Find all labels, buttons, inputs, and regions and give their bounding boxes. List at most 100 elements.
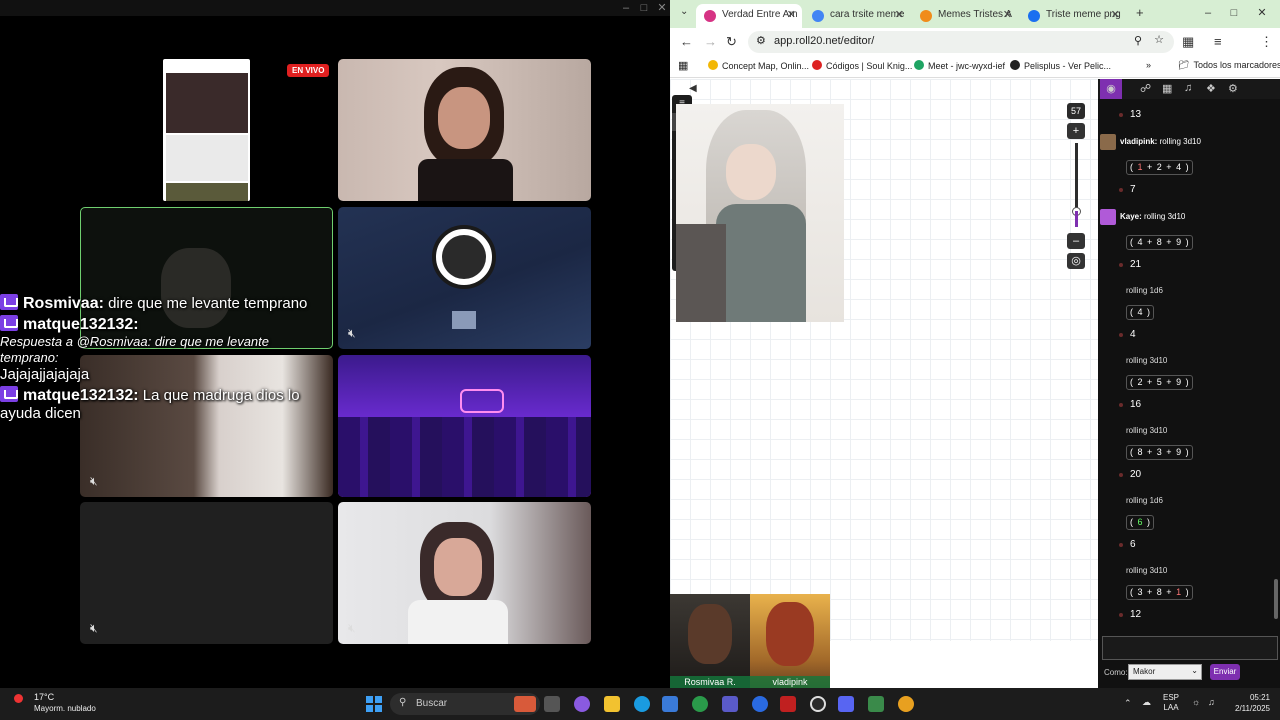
bookmark-item[interactable]: Meet - jwc-wyxd-ief xyxy=(914,60,1005,71)
webcam-tile-1[interactable] xyxy=(338,59,591,201)
address-bar[interactable]: ⚙ app.roll20.net/editor/ ⚲ ☆ xyxy=(748,31,1174,53)
close-icon[interactable]: ✕ xyxy=(1252,6,1272,20)
zoom-slider[interactable] xyxy=(1071,143,1081,227)
character-artwork[interactable] xyxy=(676,104,844,322)
tab-cara-triste[interactable]: cara trsite meme ✕ xyxy=(804,4,910,28)
screenshare-tile[interactable] xyxy=(163,59,250,201)
camera-off-icon xyxy=(452,311,476,329)
speaking-as-select[interactable]: Makor ⌄ xyxy=(1128,664,1202,680)
obs-app-icon[interactable] xyxy=(810,696,826,712)
discord-icon[interactable] xyxy=(838,696,854,712)
copilot-icon[interactable] xyxy=(574,696,590,712)
media-icon[interactable]: ≡ xyxy=(1214,34,1222,49)
twitch-icon xyxy=(0,294,18,310)
language-indicator[interactable]: ESP LAA xyxy=(1163,693,1179,713)
store-icon[interactable] xyxy=(662,696,678,712)
tab-triste-meme[interactable]: Triste meme png ✕ xyxy=(1020,4,1126,28)
close-tab-icon[interactable]: ✕ xyxy=(1003,8,1012,21)
close-icon[interactable]: ✕ xyxy=(652,1,672,15)
bookmark-star-icon[interactable]: ☆ xyxy=(1154,33,1164,46)
chrome-icon[interactable] xyxy=(692,696,708,712)
tab-memes-tristes[interactable]: Memes Tristes A ✕ xyxy=(912,4,1018,28)
apps-icon[interactable]: ▦ xyxy=(678,59,688,72)
chat-tab-icon[interactable]: ◉ xyxy=(1100,79,1122,99)
jukebox-tab-icon[interactable]: ♫ xyxy=(1184,82,1192,94)
menu-icon[interactable]: ⋮ xyxy=(1260,34,1273,50)
close-tab-icon[interactable]: ✕ xyxy=(1111,8,1120,21)
obs-tile[interactable]: 🔇︎ xyxy=(338,207,591,349)
player-avatar[interactable]: Rosmivaa R. xyxy=(670,594,750,688)
collapse-toolbar-icon[interactable]: ◀ xyxy=(689,83,697,94)
app-icon[interactable] xyxy=(868,696,884,712)
zoom-app-icon[interactable] xyxy=(752,696,768,712)
maximize-icon[interactable]: □ xyxy=(1224,6,1244,20)
weather-widget[interactable]: 17°C Mayorm. nublado xyxy=(14,692,96,714)
dice-box: ( 2 + 5 + 9 ) xyxy=(1126,375,1193,390)
volume-icon[interactable]: ♫ xyxy=(1208,697,1215,707)
bookmark-favicon xyxy=(708,60,718,70)
webcam-face xyxy=(438,87,490,149)
player-avatar[interactable]: vladipink xyxy=(750,594,830,688)
maximize-icon[interactable]: □ xyxy=(634,1,654,15)
task-view-icon[interactable] xyxy=(544,696,560,712)
widget-icon[interactable] xyxy=(514,696,536,712)
forward-icon[interactable]: → xyxy=(704,34,717,49)
collection-tab-icon[interactable]: ❖ xyxy=(1206,82,1216,95)
wifi-icon[interactable]: ☼ xyxy=(1192,697,1200,707)
webcam-tile-4[interactable]: 🔇︎ xyxy=(338,502,591,644)
roll-total: 7 xyxy=(1130,184,1136,195)
close-tab-icon[interactable]: ✕ xyxy=(787,8,796,21)
zoom-fit-button[interactable]: ◎ xyxy=(1067,253,1085,269)
zoom-level: 57 xyxy=(1067,103,1085,119)
bookmark-item[interactable]: Pelisplus - Ver Pelic... xyxy=(1010,60,1111,71)
city-tile[interactable] xyxy=(338,355,591,497)
chat-message: matque132132: Respuesta a @Rosmivaa: dir… xyxy=(0,315,330,384)
dice-breakdown: ( 2 + 5 + 9 ) xyxy=(1098,374,1280,392)
new-tab-icon[interactable]: + xyxy=(1136,5,1144,20)
time: 05:21 xyxy=(1249,693,1270,702)
sidebar-tabs: ◉ ☍ ▦ ♫ ❖ ⚙ xyxy=(1098,79,1280,99)
more-bookmarks-icon[interactable]: » xyxy=(1146,60,1151,70)
twitch-icon xyxy=(0,386,18,402)
roll-label-row: rolling 3d10 xyxy=(1098,424,1280,442)
teams-icon[interactable] xyxy=(722,696,738,712)
minimize-icon[interactable]: – xyxy=(1198,6,1218,20)
back-icon[interactable]: ← xyxy=(680,34,693,49)
result-dot-icon xyxy=(1119,113,1123,117)
minimize-icon[interactable]: – xyxy=(616,1,636,15)
clock[interactable]: 05:21 2/11/2025 xyxy=(1235,692,1270,714)
roll-total: 6 xyxy=(1130,539,1136,550)
player-name: vladipink xyxy=(750,676,830,688)
zoom-in-button[interactable]: + xyxy=(1067,123,1085,139)
dice-box: ( 4 ) xyxy=(1126,305,1155,320)
app-icon[interactable] xyxy=(780,696,796,712)
close-tab-icon[interactable]: ✕ xyxy=(895,8,904,21)
chat-input[interactable] xyxy=(1102,636,1278,660)
tray-app-icon[interactable]: ☁ xyxy=(1142,697,1151,708)
roll-label: rolling 1d6 xyxy=(1126,286,1163,295)
tab-roll20[interactable]: Verdad Entre Am ✕ xyxy=(696,4,802,28)
chrome-icon[interactable] xyxy=(898,696,914,712)
edge-icon[interactable] xyxy=(634,696,650,712)
journal-tab-icon[interactable]: ☍ xyxy=(1140,82,1151,95)
chat-scrollbar[interactable] xyxy=(1274,579,1278,619)
empty-tile[interactable]: 🔇︎ xyxy=(80,502,333,644)
site-info-icon[interactable]: ⚙ xyxy=(756,34,766,47)
roll20-canvas[interactable]: ◀ ≡ ▶ ✋︎ ▫ ✎ T ▮ ◉ ⋆ ✦ 57 + xyxy=(670,79,1098,641)
bookmark-item[interactable]: Concept Map, Onlin... xyxy=(708,60,809,71)
tray-chevron-icon[interactable]: ⌃ xyxy=(1124,698,1132,709)
send-button[interactable]: Enviar xyxy=(1210,664,1240,680)
chat-message: matque132132: La que madruga dios lo ayu… xyxy=(0,386,330,423)
zoom-out-button[interactable]: – xyxy=(1067,233,1085,249)
extensions-icon[interactable]: ▦ xyxy=(1182,34,1194,50)
file-explorer-icon[interactable] xyxy=(604,696,620,712)
start-button-icon[interactable] xyxy=(366,696,382,712)
reload-icon[interactable]: ↻ xyxy=(726,34,737,50)
settings-tab-icon[interactable]: ⚙ xyxy=(1228,82,1238,95)
all-bookmarks[interactable]: 📁︎ Todos los marcadores xyxy=(1178,60,1280,71)
tab-search-icon[interactable]: ⌄ xyxy=(680,6,688,17)
mic-muted-icon: 🔇︎ xyxy=(348,326,356,340)
zoom-icon[interactable]: ⚲ xyxy=(1134,34,1142,47)
art-tab-icon[interactable]: ▦ xyxy=(1162,82,1172,95)
bookmark-item[interactable]: Códigos | Soul Knig... xyxy=(812,60,912,71)
